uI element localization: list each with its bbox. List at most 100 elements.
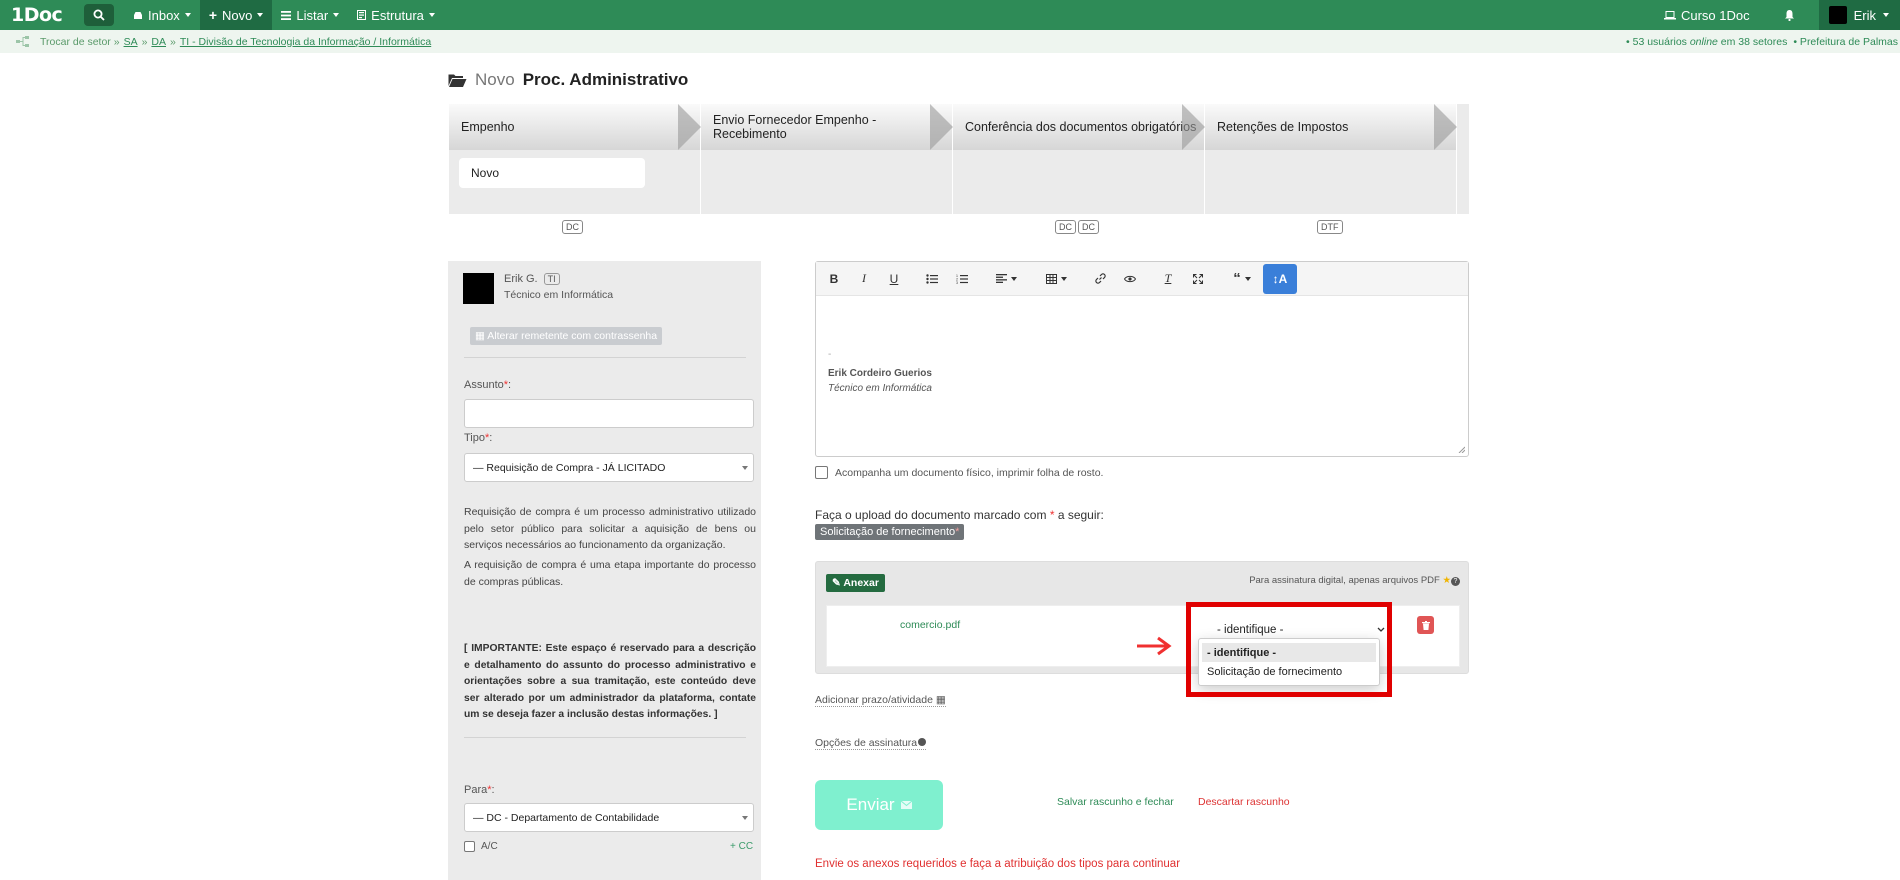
- logo[interactable]: 1Doc: [11, 4, 71, 26]
- org-name[interactable]: • Prefeitura de Palmas: [1793, 36, 1898, 48]
- text-editor: B I U 123 T “ ↕A - Erik Cordeiro Guerios…: [815, 261, 1469, 457]
- required-marker: *: [1049, 508, 1055, 522]
- remove-file-button[interactable]: [1417, 616, 1434, 634]
- preview-button[interactable]: [1115, 267, 1145, 291]
- ac-checkbox[interactable]: A/C: [464, 841, 498, 852]
- attach-button[interactable]: ✎ Anexar: [826, 574, 885, 592]
- sector-tag: DC: [1078, 220, 1099, 234]
- chevron-down-icon: [1883, 13, 1889, 17]
- flow-step-empenho[interactable]: Empenho Novo: [449, 104, 701, 214]
- link-button[interactable]: [1085, 267, 1115, 291]
- menu-inbox[interactable]: Inbox: [124, 0, 200, 30]
- flow-step-retencoes[interactable]: Retenções de Impostos: [1205, 104, 1457, 214]
- send-label: Enviar: [846, 795, 895, 814]
- user-menu[interactable]: Erik: [1818, 0, 1900, 30]
- required-doc-name: Solicitação de fornecimento: [820, 526, 956, 538]
- breadcrumb-setor[interactable]: TI - Divisão de Tecnologia da Informação…: [180, 36, 431, 48]
- editor-dash: -: [828, 349, 832, 360]
- current-step-card[interactable]: Novo: [459, 158, 645, 188]
- pdf-note: Para assinatura digital, apenas arquivos…: [1249, 575, 1460, 586]
- calendar-icon: ▦: [935, 694, 946, 706]
- checkbox[interactable]: [464, 841, 475, 852]
- step-tags: DC DC: [1055, 220, 1099, 234]
- search-button[interactable]: [84, 4, 114, 26]
- required-doc-badge: Solicitação de fornecimento*: [815, 524, 965, 540]
- add-deadline-link[interactable]: Adicionar prazo/atividade ▦: [815, 694, 946, 707]
- change-sender-button[interactable]: ▦ Alterar remetente com contrassenha: [470, 327, 663, 345]
- breadcrumb-da[interactable]: DA: [151, 36, 166, 48]
- sender-sector-badge: TI: [543, 273, 560, 285]
- breadcrumb-sep: »: [170, 35, 176, 48]
- quote-button[interactable]: “: [1221, 267, 1263, 291]
- tipo-label: Tipo*:: [464, 432, 493, 444]
- numbered-list-icon: 123: [956, 274, 968, 284]
- curso-link[interactable]: Curso 1Doc: [1663, 8, 1750, 23]
- menu-estrutura[interactable]: Estrutura: [348, 0, 444, 30]
- flow-step-body: [701, 150, 952, 214]
- resize-handle-icon[interactable]: [1458, 446, 1465, 453]
- para-label: Para*:: [464, 784, 495, 796]
- help-icon[interactable]: ?: [1451, 577, 1460, 586]
- table-button[interactable]: [1035, 267, 1077, 291]
- change-sender-label: Alterar remetente com contrassenha: [487, 330, 658, 342]
- menu-listar-label: Listar: [296, 7, 329, 23]
- step-tags: DC: [562, 220, 583, 234]
- plus-icon: +: [208, 7, 217, 23]
- flow-step-conferencia[interactable]: Conferência dos documentos obrigatórios: [953, 104, 1205, 214]
- online-users[interactable]: • 53 usuários online em 38 setores: [1626, 36, 1787, 48]
- clear-format-button[interactable]: T: [1153, 267, 1183, 291]
- breadcrumb-bar: Trocar de setor » SA » DA » TI - Divisão…: [0, 30, 1900, 53]
- menu-estrutura-label: Estrutura: [371, 7, 424, 23]
- chevron-down-icon: [1060, 276, 1067, 281]
- top-navbar: 1Doc Inbox + Novo Listar Estrutura Curso…: [0, 0, 1900, 30]
- upload-instruction: Faça o upload do documento marcado com *…: [815, 508, 1104, 522]
- font-size-button[interactable]: ↕A: [1263, 263, 1297, 294]
- discard-draft-link[interactable]: Descartar rascunho: [1198, 796, 1290, 808]
- align-button[interactable]: [985, 267, 1027, 291]
- tipo-select[interactable]: — Requisição de Compra - JÁ LICITADO: [464, 453, 754, 482]
- italic-button[interactable]: I: [849, 267, 879, 291]
- sectors-count: em 38 setores: [1720, 35, 1788, 48]
- editor-toolbar: B I U 123 T “ ↕A: [816, 262, 1468, 296]
- checkbox[interactable]: [815, 466, 828, 479]
- save-draft-link[interactable]: Salvar rascunho e fechar: [1057, 796, 1174, 808]
- menu-novo[interactable]: + Novo: [199, 0, 273, 30]
- signature-role: Técnico em Informática: [828, 383, 932, 394]
- step-tags: DTF: [1317, 220, 1343, 234]
- flow-step-envio[interactable]: Envio Fornecedor Empenho - Recebimento: [701, 104, 953, 214]
- highlight-box: [1186, 602, 1392, 697]
- ac-label: A/C: [481, 841, 498, 852]
- chevron-down-icon: [257, 13, 264, 17]
- fullscreen-button[interactable]: [1183, 267, 1213, 291]
- para-label-text: Para: [464, 784, 488, 796]
- assunto-input[interactable]: [464, 399, 754, 428]
- upload-suffix: a seguir:: [1057, 508, 1104, 522]
- add-cc-link[interactable]: + CC: [730, 841, 753, 852]
- chevron-down-icon: [1010, 276, 1017, 281]
- expand-icon: [1193, 273, 1203, 284]
- trash-icon: [1421, 620, 1430, 630]
- sender-role: Técnico em Informática: [504, 289, 614, 301]
- underline-button[interactable]: U: [879, 267, 909, 291]
- trocar-setor-link[interactable]: Trocar de setor »: [40, 36, 120, 48]
- bold-button[interactable]: B: [819, 267, 849, 291]
- physical-document-checkbox[interactable]: Acompanha um documento físico, imprimir …: [815, 466, 1103, 479]
- font-size-icon: ↕A: [1272, 271, 1288, 286]
- bullet-list-button[interactable]: [917, 267, 947, 291]
- breadcrumb-sa[interactable]: SA: [124, 36, 138, 48]
- attach-label: Anexar: [843, 577, 879, 589]
- attached-file-name[interactable]: comercio.pdf: [900, 619, 960, 631]
- numbered-list-button[interactable]: 123: [947, 267, 977, 291]
- add-deadline-label: Adicionar prazo/atividade: [815, 694, 933, 706]
- chevron-down-icon: [742, 816, 748, 820]
- required-marker: *: [955, 526, 960, 538]
- online-info: • 53 usuários online em 38 setores • Pre…: [1626, 36, 1898, 48]
- menu-listar[interactable]: Listar: [272, 0, 348, 30]
- envelope-icon: [900, 801, 912, 809]
- page-title-name: Proc. Administrativo: [522, 70, 689, 89]
- para-select[interactable]: — DC - Departamento de Contabilidade: [464, 803, 754, 832]
- flow-step-label: Conferência dos documentos obrigatórios: [953, 104, 1205, 150]
- bell-icon[interactable]: [1784, 9, 1795, 21]
- send-button[interactable]: Enviar: [815, 780, 943, 830]
- signature-options-link[interactable]: Opções de assinatura: [815, 737, 927, 750]
